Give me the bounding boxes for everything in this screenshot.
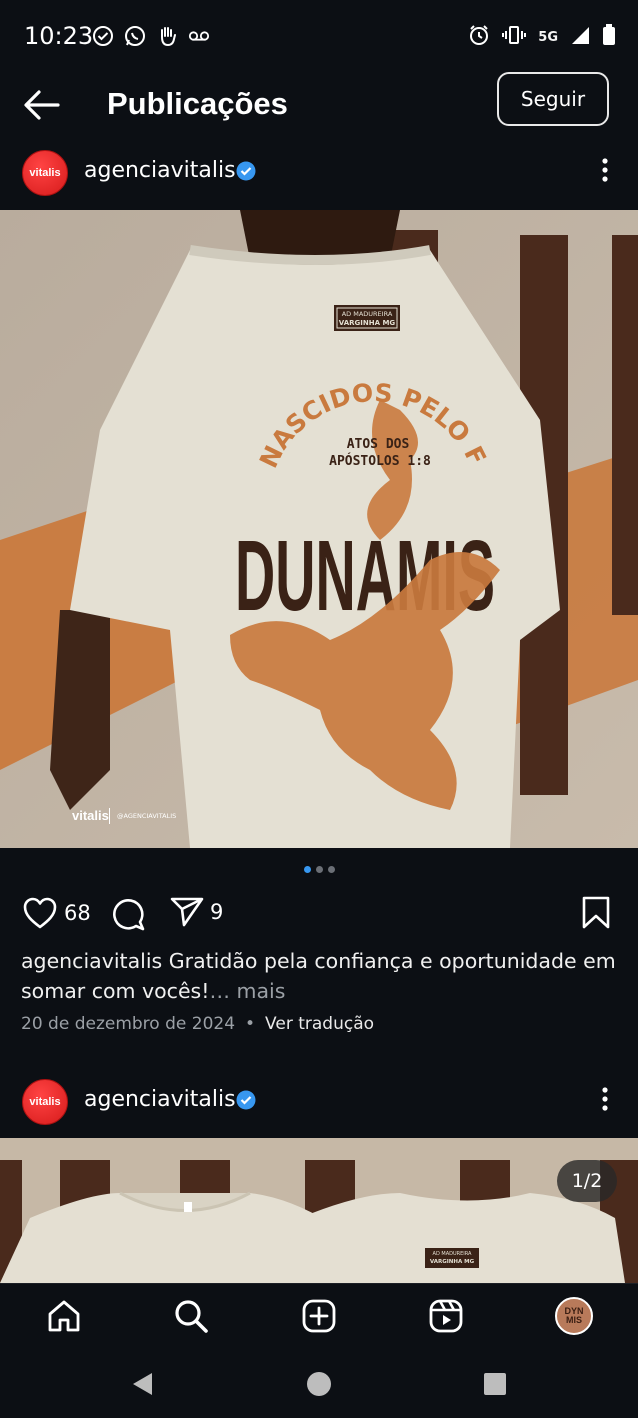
system-recents-button[interactable] [480,1369,510,1399]
post-header: vitalis agenciavitalis [0,144,638,204]
system-home-button[interactable] [304,1369,334,1399]
top-bar: Publicações Seguir [0,72,638,138]
vibrate-icon [502,24,527,50]
square-recents-icon [484,1373,506,1395]
signal-icon [570,25,590,49]
heart-icon [23,897,57,929]
check-circle-icon [92,25,114,47]
image-handle-watermark: @AGENCIAVITALIS [117,812,176,820]
image-brand-watermark: vitalis [72,808,109,823]
shirt-tag-line1: AD MADUREIRA [433,1251,472,1257]
see-translation-link[interactable]: Ver tradução [265,1014,374,1034]
carousel-dots [0,866,638,873]
like-button[interactable]: 68 [22,896,91,930]
avatar[interactable]: vitalis [22,150,68,196]
home-icon [48,1300,80,1332]
nav-reels[interactable] [426,1296,466,1336]
back-arrow-icon [24,90,60,120]
triangle-back-icon [133,1373,152,1395]
more-options-icon[interactable] [593,156,617,184]
share-button[interactable]: 9 [170,896,223,928]
post-username[interactable]: agenciavitalis [84,158,236,183]
back-button[interactable] [22,88,62,122]
share-count: 9 [210,900,224,924]
like-count: 68 [64,901,91,925]
verified-badge-icon [236,161,256,181]
meta-separator: • [245,1014,256,1034]
caption-more-link[interactable]: … mais [209,979,285,1003]
search-icon [175,1300,208,1333]
bottom-navigation: DYN MIS [0,1283,638,1349]
comment-button[interactable] [110,896,146,932]
follow-button[interactable]: Seguir [497,72,609,126]
save-button[interactable] [580,896,612,934]
battery-icon [602,24,616,50]
bookmark-icon [582,896,610,929]
post-header: vitalis agenciavitalis [0,1073,638,1133]
network-type: 5G [538,29,558,45]
shirt-verse-line2: APÓSTOLOS 1:8 [329,453,431,469]
carousel-dot [315,866,323,873]
carousel-page-indicator: 1/2 [557,1160,617,1202]
hand-icon [156,25,178,47]
verified-badge-icon [236,1090,256,1110]
reels-icon [429,1299,463,1333]
post-actions: 68 9 [0,890,638,936]
post-image[interactable]: AD MADUREIRA VARGINHA MG NASCIDOS PELO F… [0,210,638,848]
post-meta: 20 de dezembro de 2024 • Ver tradução [21,1014,374,1034]
alarm-icon [468,24,490,50]
comment-icon [113,899,145,931]
post-caption[interactable]: agenciavitalis Gratidão pela confiança e… [21,946,621,1006]
status-time: 10:23 [24,22,94,50]
create-icon [302,1299,336,1333]
voicemail-icon [188,25,210,47]
more-options-icon[interactable] [593,1085,617,1113]
nav-home[interactable] [44,1296,84,1336]
profile-avatar: DYN MIS [555,1297,593,1335]
carousel-dot-active [303,866,311,873]
circle-home-icon [307,1372,331,1396]
nav-create[interactable] [299,1296,339,1336]
send-icon [170,897,204,927]
whatsapp-icon [124,25,146,47]
post-date: 20 de dezembro de 2024 [21,1014,236,1034]
status-system-icons: 5G [468,24,616,50]
system-back-button[interactable] [128,1369,158,1399]
caption-username[interactable]: agenciavitalis [21,949,162,973]
status-bar: 10:23 5G [0,0,638,74]
shirt-tag-line2: VARGINHA MG [339,319,396,327]
shirt-tag-line2: VARGINHA MG [430,1259,475,1265]
shirt-tag-line1: AD MADUREIRA [342,310,393,318]
carousel-dot [327,866,335,873]
nav-profile[interactable]: DYN MIS [554,1296,594,1336]
post-image-preview[interactable]: AD MADUREIRA VARGINHA MG [0,1138,638,1283]
page-title: Publicações [107,86,288,121]
post-username[interactable]: agenciavitalis [84,1087,236,1112]
profile-avatar-text-line2: MIS [565,1315,582,1325]
system-navigation [0,1349,638,1418]
shirt-verse-line1: ATOS DOS [347,437,410,452]
status-notification-icons [92,25,210,47]
avatar[interactable]: vitalis [22,1079,68,1125]
nav-search[interactable] [171,1296,211,1336]
